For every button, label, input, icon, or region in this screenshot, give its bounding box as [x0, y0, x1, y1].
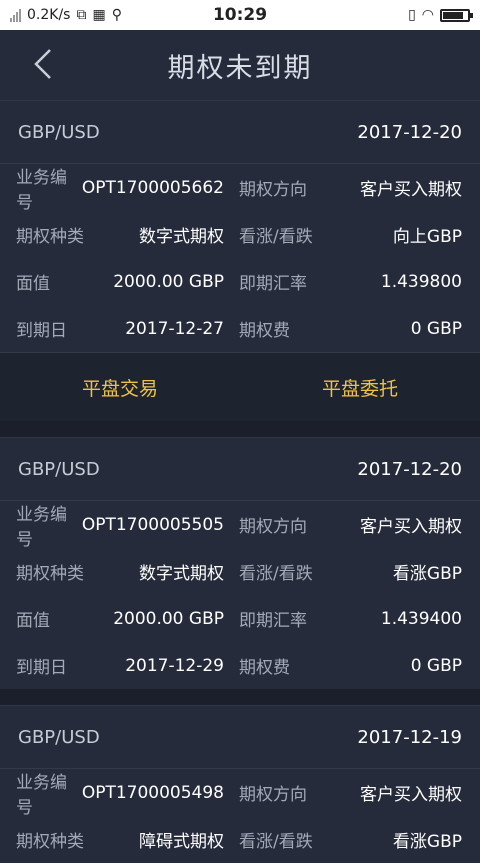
label-fee: 期权费	[239, 658, 290, 678]
vibrate-icon: ▯	[408, 7, 416, 23]
value-biz-no: OPT1700005662	[81, 177, 224, 198]
label-direction: 期权方向	[239, 180, 307, 200]
value-face: 2000.00 GBP	[113, 608, 224, 629]
label-direction: 期权方向	[239, 785, 307, 805]
label-type: 期权种类	[16, 832, 84, 852]
value-fee: 0 GBP	[410, 318, 462, 339]
page-title: 期权未到期	[167, 52, 313, 84]
back-arrow-icon[interactable]	[30, 46, 56, 82]
value-type: 数字式期权	[139, 227, 224, 247]
trade-date: 2017-12-19	[357, 726, 462, 748]
value-expiry: 2017-12-29	[125, 655, 224, 676]
close-trade-button[interactable]: 平盘交易	[0, 353, 240, 421]
value-type: 障碍式期权	[139, 832, 224, 852]
option-card[interactable]: GBP/USD 2017-12-20 业务编号 OPT1700005662 期权方…	[0, 100, 480, 421]
trade-date: 2017-12-20	[357, 458, 462, 480]
value-fee: 0 GBP	[410, 655, 462, 676]
card-header: GBP/USD 2017-12-19	[0, 705, 480, 769]
option-card[interactable]: GBP/USD 2017-12-20 业务编号 OPT1700005505 期权方…	[0, 437, 480, 689]
label-type: 期权种类	[16, 227, 84, 247]
label-fee: 期权费	[239, 321, 290, 341]
status-time: 10:29	[212, 5, 268, 25]
label-biz-no: 业务编号	[16, 772, 67, 818]
close-order-button[interactable]: 平盘委托	[240, 353, 480, 421]
wifi-icon: ◠	[421, 7, 434, 23]
label-updown: 看涨/看跌	[239, 832, 313, 852]
currency-pair: GBP/USD	[18, 458, 100, 480]
value-rate: 1.439400	[380, 608, 462, 629]
label-face: 面值	[16, 274, 50, 294]
label-face: 面值	[16, 611, 50, 631]
battery-icon	[440, 8, 473, 22]
value-face: 2000.00 GBP	[113, 271, 224, 292]
card-gap	[0, 421, 480, 437]
value-updown: 看涨GBP	[392, 564, 462, 584]
value-direction: 客户买入期权	[360, 517, 462, 537]
status-right: ▯ ◠	[408, 7, 473, 23]
option-card[interactable]: GBP/USD 2017-12-19 业务编号 OPT1700005498 期权方…	[0, 705, 480, 863]
value-direction: 客户买入期权	[360, 180, 462, 200]
label-expiry: 到期日	[16, 658, 67, 678]
value-direction: 客户买入期权	[360, 785, 462, 805]
label-biz-no: 业务编号	[16, 504, 67, 550]
value-type: 数字式期权	[139, 564, 224, 584]
sim-icon: ▦	[92, 7, 106, 23]
label-direction: 期权方向	[239, 517, 307, 537]
network-speed: 0.2K/s	[27, 7, 71, 23]
card-header: GBP/USD 2017-12-20	[0, 100, 480, 164]
value-expiry: 2017-12-27	[125, 318, 224, 339]
label-updown: 看涨/看跌	[239, 227, 313, 247]
status-left: 0.2K/s ⧉ ▦ ⚲	[10, 7, 122, 23]
card-gap	[0, 689, 480, 705]
currency-pair: GBP/USD	[18, 726, 100, 748]
screenshot-icon: ⧉	[76, 7, 87, 23]
value-rate: 1.439800	[380, 271, 462, 292]
value-biz-no: OPT1700005498	[81, 782, 224, 803]
label-type: 期权种类	[16, 564, 84, 584]
card-header: GBP/USD 2017-12-20	[0, 437, 480, 501]
trade-date: 2017-12-20	[357, 121, 462, 143]
label-rate: 即期汇率	[239, 611, 307, 631]
status-bar: 0.2K/s ⧉ ▦ ⚲ 10:29 ▯ ◠	[0, 0, 480, 30]
label-updown: 看涨/看跌	[239, 564, 313, 584]
usb-icon: ⚲	[111, 7, 122, 23]
card-actions: 平盘交易 平盘委托	[0, 352, 480, 421]
value-updown: 向上GBP	[392, 227, 462, 247]
label-biz-no: 业务编号	[16, 167, 67, 213]
currency-pair: GBP/USD	[18, 121, 100, 143]
label-rate: 即期汇率	[239, 274, 307, 294]
value-updown: 看涨GBP	[392, 832, 462, 852]
signal-icon	[10, 8, 21, 22]
label-expiry: 到期日	[16, 321, 67, 341]
value-biz-no: OPT1700005505	[81, 514, 224, 535]
nav-header: 期权未到期	[0, 30, 480, 100]
